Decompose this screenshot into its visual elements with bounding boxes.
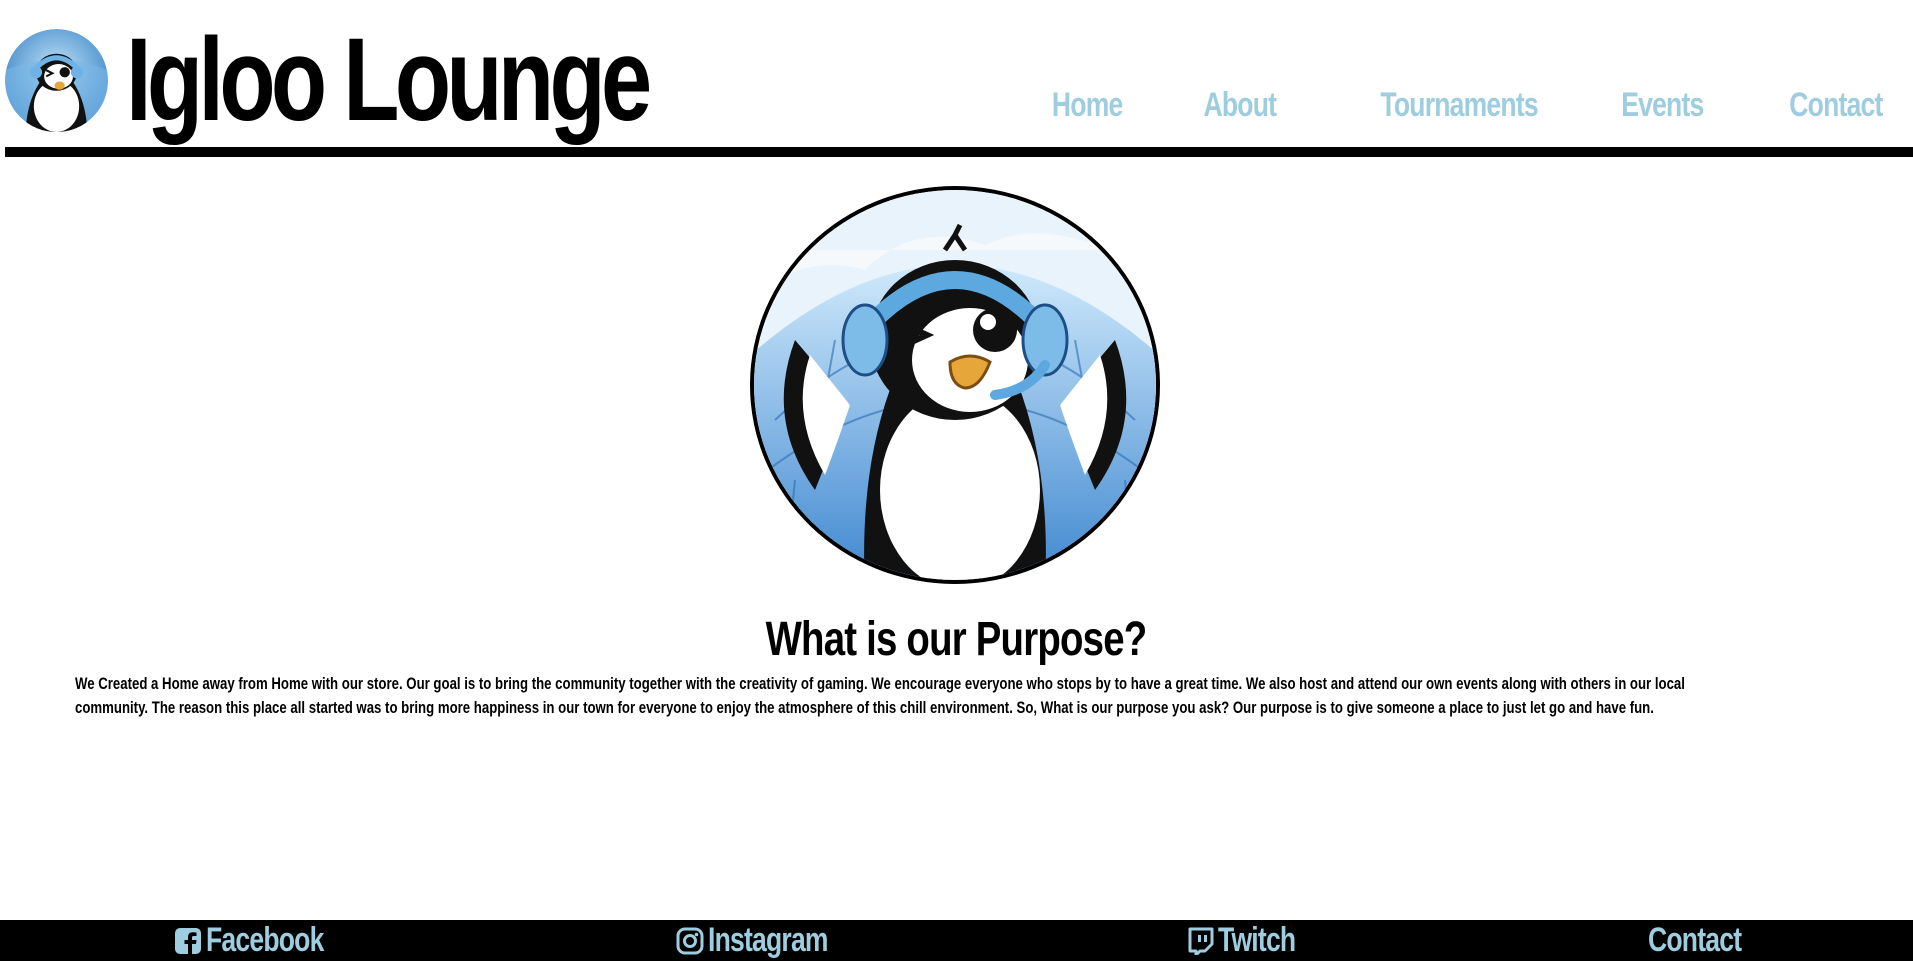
facebook-icon [174,927,202,955]
penguin-logo-icon[interactable] [5,28,108,132]
footer-facebook-link[interactable]: Facebook [174,920,357,961]
footer-facebook-label: Facebook [206,921,324,959]
purpose-heading-text: What is our Purpose? [766,613,1148,666]
footer-contact-link[interactable]: Contact [1648,920,1768,961]
nav-contact[interactable]: Contact [1790,86,1884,125]
footer-twitch-label: Twitch [1218,921,1296,959]
footer-instagram-link[interactable]: Instagram [676,920,862,961]
main-nav: Home About Tournaments Events Contact [972,86,1883,125]
header-divider [5,147,1913,157]
nav-events[interactable]: Events [1621,86,1704,125]
nav-tournaments[interactable]: Tournaments [1380,86,1538,125]
nav-about[interactable]: About [1203,86,1276,125]
site-footer: Facebook Instagram Twitch Contact [0,920,1913,961]
site-title[interactable]: Igloo Lounge [126,21,652,139]
purpose-body-text: We Created a Home away from Home with ou… [75,675,1685,717]
purpose-heading: What is our Purpose? [0,612,1913,667]
footer-instagram-label: Instagram [708,921,829,959]
nav-home[interactable]: Home [1052,86,1123,125]
instagram-icon [676,927,704,955]
site-header: Igloo Lounge Home About Tournaments Even… [0,0,1913,157]
hero-penguin-image [750,186,1160,584]
footer-contact-label: Contact [1648,921,1742,959]
brand[interactable]: Igloo Lounge [5,21,795,139]
footer-twitch-link[interactable]: Twitch [1186,920,1317,961]
twitch-icon [1186,927,1214,955]
